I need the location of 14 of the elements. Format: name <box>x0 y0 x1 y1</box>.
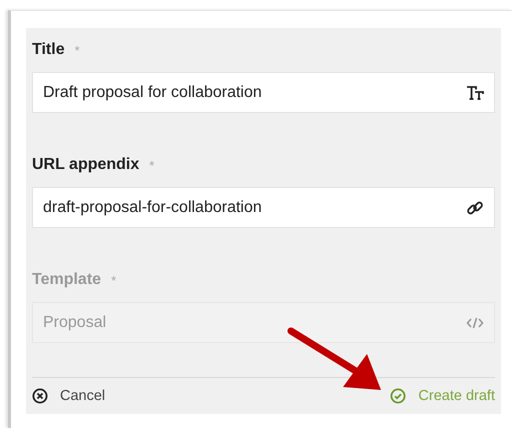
field-label: URL appendix <box>32 156 140 174</box>
check-circle-icon <box>390 388 406 404</box>
text-size-icon[interactable] <box>466 84 484 100</box>
field-label: Title <box>32 41 65 59</box>
url-field[interactable]: draft-proposal-for-collaboration <box>32 187 495 228</box>
title-field[interactable]: Draft proposal for collaboration <box>32 72 495 113</box>
field-label: Template <box>32 271 102 289</box>
link-icon[interactable] <box>466 198 484 216</box>
required-asterisk: * <box>74 42 80 58</box>
required-asterisk: * <box>111 272 116 288</box>
cancel-button[interactable]: Cancel <box>32 384 106 408</box>
close-circle-icon <box>32 388 48 404</box>
required-asterisk: * <box>149 158 154 172</box>
code-icon <box>466 316 484 330</box>
